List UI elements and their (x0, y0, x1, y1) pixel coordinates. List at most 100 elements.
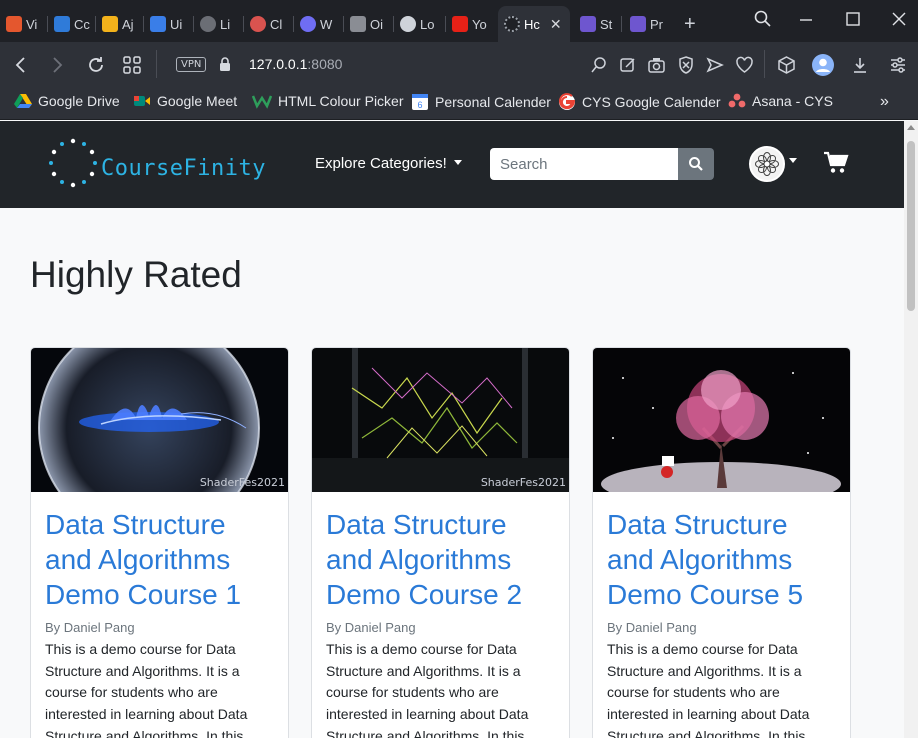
tab-favicon-icon (504, 16, 520, 32)
browser-tab[interactable]: Vi (0, 6, 48, 42)
w3schools-icon (252, 95, 272, 109)
bookmark-google-drive[interactable]: Google Drive (14, 93, 120, 109)
tab-favicon-icon (630, 16, 646, 32)
course-description: This is a demo course for Data Structure… (326, 641, 529, 738)
search-icon (689, 157, 703, 171)
course-card[interactable]: ShaderFes2021 Data Structure and Algorit… (311, 347, 570, 738)
profile-icon[interactable] (812, 54, 834, 76)
cube-icon[interactable] (777, 55, 796, 75)
course-author: By Daniel Pang (45, 620, 135, 635)
course-card[interactable]: ShaderFes2021 Data Structure and Algorit… (30, 347, 289, 738)
browser-tab-bar: Vi Cc Aj Ui Li Cl W Oi Lo Yo Hc ✕ St Pr + (0, 0, 918, 42)
shopping-cart-icon[interactable] (823, 151, 849, 175)
camera-icon[interactable] (647, 56, 666, 74)
browser-tab[interactable]: Yo (446, 6, 498, 42)
browser-tab-active[interactable]: Hc ✕ (498, 6, 570, 42)
browser-tab[interactable]: Ui (144, 6, 194, 42)
google-calendar-icon: 6 (412, 94, 428, 110)
course-title-link[interactable]: Data Structure and Algorithms Demo Cours… (45, 507, 275, 612)
tab-favicon-icon (200, 16, 216, 32)
shield-icon[interactable] (677, 55, 695, 75)
tab-favicon-icon (102, 16, 118, 32)
new-tab-button[interactable]: + (678, 6, 704, 42)
edit-icon[interactable] (619, 56, 637, 74)
course-card[interactable]: Data Structure and Algorithms Demo Cours… (592, 347, 851, 738)
google-icon (559, 93, 576, 110)
tab-grid-icon[interactable] (122, 55, 142, 75)
course-author: By Daniel Pang (607, 620, 697, 635)
download-icon[interactable] (851, 56, 869, 74)
tab-favicon-icon (300, 16, 316, 32)
search-input[interactable] (490, 148, 678, 180)
search-button[interactable] (678, 148, 714, 180)
reload-icon[interactable] (86, 55, 106, 75)
thumbnail-watermark: ShaderFes2021 (481, 476, 566, 489)
forward-arrow-icon[interactable] (48, 56, 66, 74)
youtube-icon (452, 16, 468, 32)
caret-down-icon (453, 160, 462, 166)
course-description: This is a demo course for Data Structure… (607, 641, 810, 738)
site-navbar: CourseFinity Explore Categories! (0, 121, 904, 208)
browser-tab[interactable]: Cc (48, 6, 96, 42)
back-arrow-icon[interactable] (12, 56, 30, 74)
browser-tab[interactable]: Oi (344, 6, 394, 42)
google-drive-icon (14, 94, 32, 108)
scrollbar-thumb[interactable] (907, 141, 915, 311)
toolbar-divider (764, 50, 765, 78)
browser-tab[interactable]: Pr (624, 6, 674, 42)
course-thumbnail[interactable]: ShaderFes2021 (31, 348, 288, 492)
tab-favicon-icon (400, 16, 416, 32)
svg-text:6: 6 (417, 100, 422, 110)
course-title-link[interactable]: Data Structure and Algorithms Demo Cours… (607, 507, 837, 612)
send-icon[interactable] (706, 56, 724, 74)
course-description: This is a demo course for Data Structure… (45, 641, 248, 738)
bookmarks-overflow-button[interactable]: » (880, 93, 889, 111)
user-avatar[interactable] (749, 146, 785, 182)
zoom-icon[interactable] (590, 56, 608, 74)
plus-icon: + (684, 12, 696, 35)
browser-tab[interactable]: Li (194, 6, 244, 42)
page-scrollbar[interactable] (904, 121, 918, 738)
bookmark-personal-calender[interactable]: 6 Personal Calender (411, 93, 551, 111)
browser-tab[interactable]: W (294, 6, 344, 42)
tab-favicon-icon (580, 16, 596, 32)
course-title-link[interactable]: Data Structure and Algorithms Demo Cours… (326, 507, 556, 612)
close-tab-icon[interactable]: ✕ (550, 16, 562, 33)
toolbar-divider (156, 50, 157, 78)
coursefinity-logo-icon[interactable] (45, 135, 101, 191)
scroll-up-arrow-icon[interactable] (907, 125, 915, 130)
browser-tab[interactable]: Aj (96, 6, 144, 42)
asana-icon (728, 93, 746, 108)
close-window-icon[interactable] (892, 12, 906, 26)
address-bar[interactable]: 127.0.0.1:8080 (249, 56, 342, 72)
site-brand[interactable]: CourseFinity (101, 156, 266, 181)
bookmark-google-meet[interactable]: Google Meet (133, 93, 237, 109)
lock-icon[interactable] (218, 56, 232, 72)
bookmark-html-colour-picker[interactable]: HTML Colour Picker (252, 93, 404, 109)
browser-search-icon[interactable] (754, 10, 772, 28)
section-title: Highly Rated (30, 254, 242, 295)
vpn-badge[interactable]: VPN (176, 57, 207, 72)
settings-sliders-icon[interactable] (889, 56, 907, 74)
tab-favicon-icon (150, 16, 166, 32)
course-thumbnail[interactable]: ShaderFes2021 (312, 348, 569, 492)
maximize-icon[interactable] (846, 12, 860, 26)
heart-icon[interactable] (735, 56, 754, 74)
tab-favicon-icon (350, 16, 366, 32)
web-page: CourseFinity Explore Categories! Search … (0, 121, 904, 738)
explore-categories-dropdown[interactable]: Explore Categories! (315, 155, 462, 172)
tab-favicon-icon (6, 16, 22, 32)
course-thumbnail[interactable] (593, 348, 850, 492)
browser-tab[interactable]: Cl (244, 6, 294, 42)
thumbnail-watermark: ShaderFes2021 (200, 476, 285, 489)
google-meet-icon (134, 96, 150, 106)
tab-favicon-icon (250, 16, 266, 32)
minimize-icon[interactable] (799, 12, 813, 26)
bookmark-asana-cys[interactable]: Asana - CYS (728, 93, 833, 109)
browser-tab[interactable]: St (574, 6, 622, 42)
browser-tab[interactable]: Lo (394, 6, 446, 42)
flower-avatar-icon (755, 152, 779, 176)
avatar-caret-icon[interactable] (789, 158, 797, 163)
bookmark-cys-google-calender[interactable]: CYS Google Calender (558, 93, 721, 111)
tab-favicon-icon (54, 16, 70, 32)
